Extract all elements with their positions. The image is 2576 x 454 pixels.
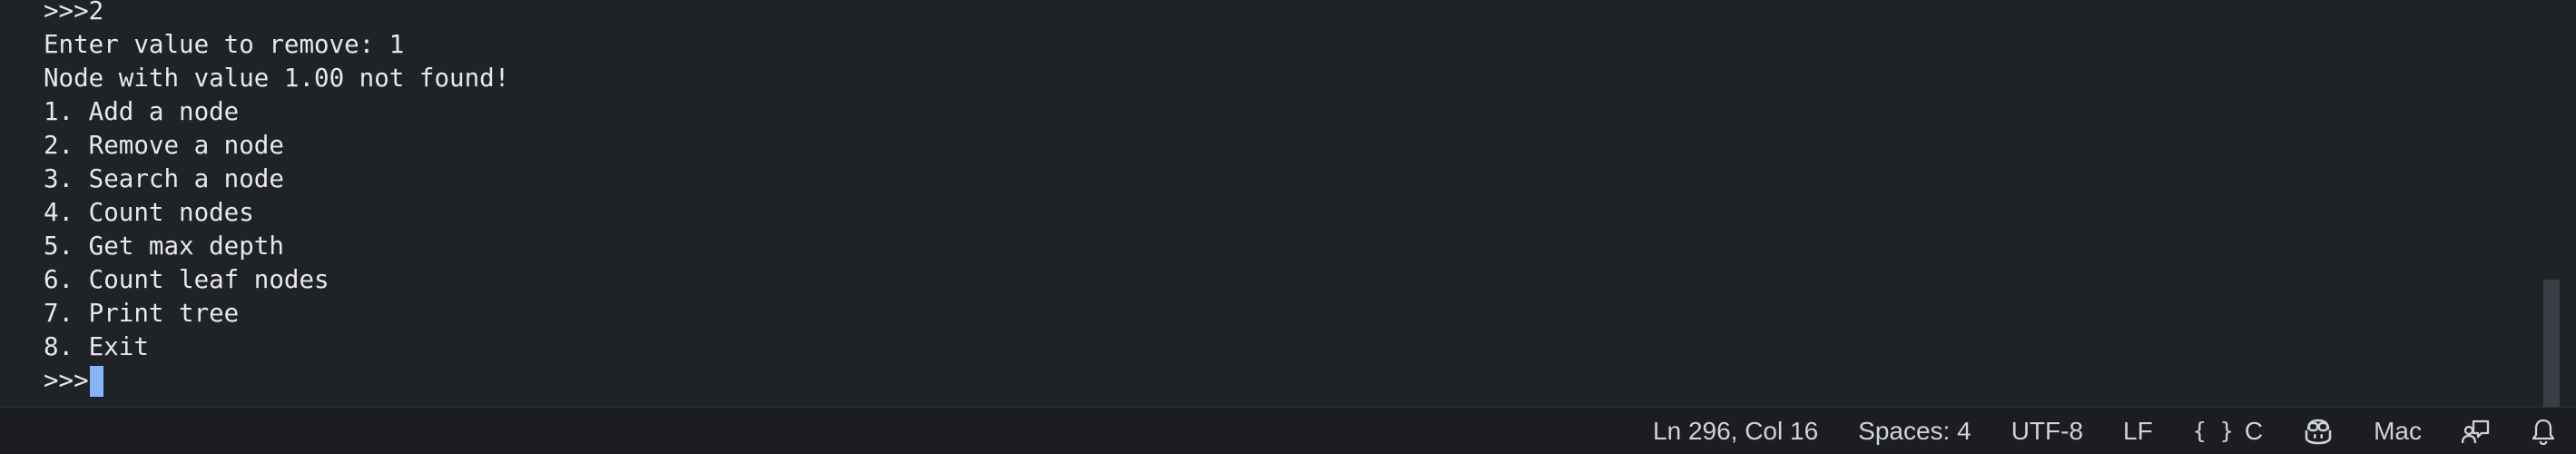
terminal-prompt-line[interactable]: >>> (44, 364, 509, 398)
terminal-line: 8. Exit (44, 332, 149, 361)
terminal-panel[interactable]: >>>2 Enter value to remove: 1 Node with … (0, 0, 2560, 407)
terminal-line: >>>2 (44, 0, 104, 25)
terminal-line: 5. Get max depth (44, 232, 284, 261)
terminal-line: 6. Count leaf nodes (44, 265, 329, 294)
terminal-prompt: >>> (44, 366, 89, 395)
terminal-line: 2. Remove a node (44, 131, 284, 160)
language-mode-status[interactable]: { } C (2173, 417, 2283, 446)
terminal-scrollbar[interactable] (2543, 0, 2560, 407)
bell-icon (2531, 418, 2556, 445)
terminal-line: Enter value to remove: 1 (44, 30, 405, 59)
encoding-status[interactable]: UTF-8 (1991, 417, 2103, 446)
status-bar-items: Ln 296, Col 16 Spaces: 4 UTF-8 LF { } C … (1633, 408, 2576, 454)
terminal-line: 3. Search a node (44, 164, 284, 193)
indentation-status[interactable]: Spaces: 4 (1838, 417, 1991, 446)
terminal-line: 1. Add a node (44, 97, 240, 126)
braces-icon: { } (2192, 418, 2234, 444)
terminal-line: 4. Count nodes (44, 198, 254, 227)
language-label: C (2244, 416, 2264, 445)
cursor-position-status[interactable]: Ln 296, Col 16 (1633, 417, 1838, 446)
copilot-icon (2303, 418, 2334, 445)
copilot-status[interactable] (2283, 418, 2354, 445)
notifications-status[interactable] (2511, 418, 2576, 445)
terminal-output: >>>2 Enter value to remove: 1 Node with … (44, 0, 509, 398)
feedback-icon (2462, 418, 2491, 445)
terminal-cursor (89, 365, 103, 397)
profile-status[interactable]: Mac (2354, 417, 2442, 446)
feedback-status[interactable] (2442, 418, 2511, 445)
scrollbar-thumb[interactable] (2543, 280, 2560, 407)
line-ending-status[interactable]: LF (2103, 417, 2173, 446)
status-bar: Ln 296, Col 16 Spaces: 4 UTF-8 LF { } C … (0, 407, 2576, 454)
terminal-line: Node with value 1.00 not found! (44, 64, 510, 93)
terminal-line: 7. Print tree (44, 299, 240, 328)
